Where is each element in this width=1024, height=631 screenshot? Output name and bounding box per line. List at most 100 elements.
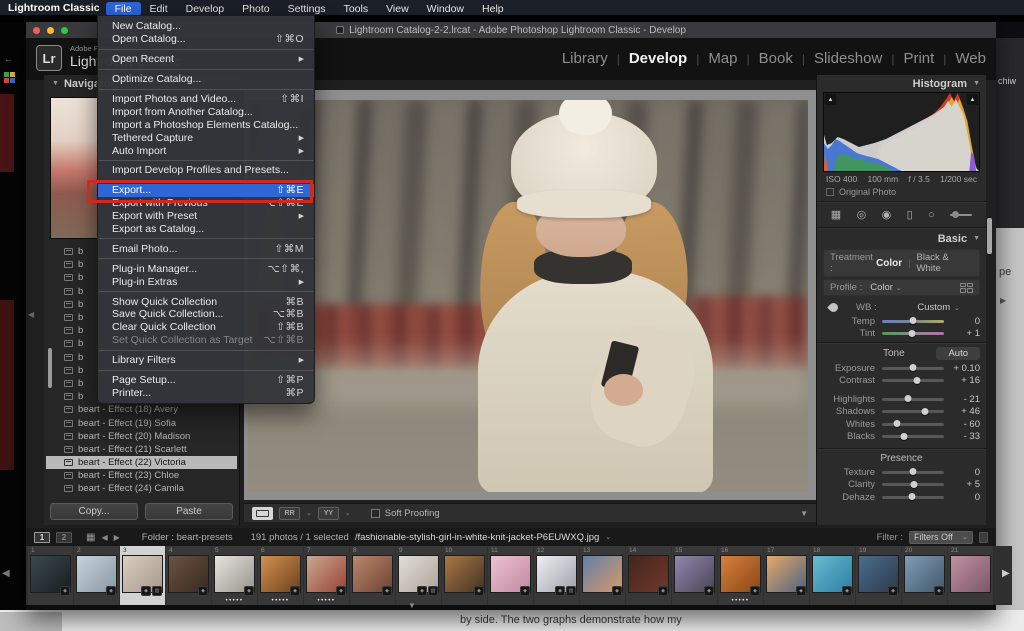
toolbar-options-icon[interactable]: ▼ (800, 509, 808, 518)
grid-view-icon[interactable]: ▦ (86, 532, 95, 543)
adjustment-brush-icon[interactable] (950, 214, 972, 216)
menubar-item-settings[interactable]: Settings (279, 2, 335, 16)
menu-item-export-with-preset[interactable]: Export with Preset▶ (98, 210, 314, 223)
menu-item-library-filters[interactable]: Library Filters▶ (98, 354, 314, 367)
filmstrip-thumbnail[interactable]: 1◆ (28, 546, 73, 605)
folder-breadcrumb[interactable]: Folder : beart-presets (142, 532, 233, 543)
filmstrip-scroll-left-icon[interactable]: ◀ (2, 568, 10, 579)
menu-item-optimize-catalog[interactable]: Optimize Catalog... (98, 73, 314, 86)
paste-button[interactable]: Paste (145, 503, 233, 520)
module-tab-map[interactable]: Map (708, 50, 737, 67)
highlight-clipping-icon[interactable]: ▲ (967, 94, 978, 105)
module-tab-slideshow[interactable]: Slideshow (814, 50, 882, 67)
adjustment-badge-icon[interactable]: ◆ (198, 586, 208, 596)
filmstrip-thumbnail[interactable]: 4◆ (166, 546, 211, 605)
navigator-preview[interactable] (50, 97, 98, 239)
adjustment-badge-icon[interactable]: ◆ (141, 586, 151, 596)
menu-item-email-photo[interactable]: Email Photo...⇧⌘M (98, 242, 314, 255)
menu-item-printer[interactable]: Printer...⌘P (98, 386, 314, 399)
module-tab-print[interactable]: Print (903, 50, 934, 67)
slider-track[interactable] (882, 398, 944, 401)
slider-track[interactable] (882, 379, 944, 382)
slider-thumb[interactable] (922, 408, 929, 415)
adjustment-badge-icon[interactable]: ◆ (704, 586, 714, 596)
adjustment-badge-icon[interactable]: ◆ (244, 586, 254, 596)
filmstrip-thumbnail[interactable]: 2◆ (74, 546, 119, 605)
menu-item-import-develop-profiles-and-presets[interactable]: Import Develop Profiles and Presets... (98, 164, 314, 177)
filmstrip-thumbnail[interactable]: 18◆ (810, 546, 855, 605)
adjustment-badge-icon[interactable]: ◆ (336, 586, 346, 596)
adjustment-badge-icon[interactable]: ◆ (520, 586, 530, 596)
menubar-app-name[interactable]: Lightroom Classic (8, 2, 100, 14)
menu-item-save-quick-collection[interactable]: Save Quick Collection...⌥⌘B (98, 308, 314, 321)
module-tab-book[interactable]: Book (759, 50, 793, 67)
preset-item[interactable]: beart - Effect (21) Scarlett (46, 443, 237, 456)
next-photo-icon[interactable]: ▶ (114, 533, 120, 542)
filmstrip-thumbnail[interactable]: 9◆▨ (396, 546, 441, 605)
filter-lock-button[interactable] (979, 532, 988, 543)
filmstrip-thumbnail[interactable]: 17◆ (764, 546, 809, 605)
slider-track[interactable] (882, 471, 944, 474)
adjustment-badge-icon[interactable]: ◆ (290, 586, 300, 596)
before-after-lr-button[interactable]: RR (279, 507, 300, 520)
adjustment-badge-icon[interactable]: ◆ (474, 586, 484, 596)
filmstrip-thumbnail[interactable]: 7◆••••• (304, 546, 349, 605)
adjustment-badge-icon[interactable]: ◆ (888, 586, 898, 596)
wb-value[interactable]: Custom (917, 302, 950, 313)
preset-item[interactable]: beart - Effect (24) Camila (46, 482, 237, 495)
spot-removal-icon[interactable]: ◎ (857, 208, 867, 221)
menu-item-export-as-catalog[interactable]: Export as Catalog... (98, 223, 314, 236)
preset-item[interactable]: beart - Effect (18) Avery (46, 403, 237, 416)
crop-badge-icon[interactable]: ▨ (152, 586, 162, 596)
preset-item[interactable]: beart - Effect (20) Madison (46, 430, 237, 443)
slider-track[interactable] (882, 332, 944, 335)
filmstrip-thumbnail[interactable]: 6◆••••• (258, 546, 303, 605)
slider-thumb[interactable] (911, 481, 918, 488)
module-tab-web[interactable]: Web (955, 50, 986, 67)
filmstrip-thumbnail[interactable]: 21 (948, 546, 993, 605)
graduated-filter-icon[interactable]: ▯ (907, 208, 913, 221)
menubar-item-tools[interactable]: Tools (335, 2, 378, 16)
filmstrip-collapse-icon[interactable]: ▼ (408, 601, 416, 610)
menu-item-open-recent[interactable]: Open Recent▶ (98, 53, 314, 66)
filmstrip-thumbnail[interactable]: 12◆▨ (534, 546, 579, 605)
filter-dropdown[interactable]: Filters Off ⌄ (909, 531, 973, 544)
second-screen-button[interactable]: 2 (56, 532, 72, 543)
chevron-down-icon[interactable]: ⌄ (954, 304, 960, 312)
left-panel-scrollbar[interactable] (48, 348, 52, 388)
slider-track[interactable] (882, 320, 944, 323)
crop-overlay-icon[interactable]: ▦ (831, 208, 841, 221)
histogram[interactable]: ▲ ▲ (823, 92, 980, 172)
menu-item-auto-import[interactable]: Auto Import▶ (98, 144, 314, 157)
crop-badge-icon[interactable]: ▨ (566, 586, 576, 596)
menubar-item-help[interactable]: Help (473, 2, 513, 16)
preset-item[interactable]: beart - Effect (23) Chloe (46, 469, 237, 482)
slider-track[interactable] (882, 496, 944, 499)
main-photo[interactable] (248, 100, 808, 492)
preset-item[interactable]: beart - Effect (22) Victoria (46, 456, 237, 469)
adjustment-badge-icon[interactable]: ◆ (796, 586, 806, 596)
adjustment-badge-icon[interactable]: ◆ (934, 586, 944, 596)
menu-item-open-catalog[interactable]: Open Catalog...⇧⌘O (98, 33, 314, 46)
loupe-view-button[interactable] (252, 507, 273, 520)
filmstrip-thumbnail[interactable]: 3◆▨ (120, 546, 165, 605)
chevron-down-icon[interactable]: ⌄ (605, 533, 611, 541)
filmstrip-thumbnail[interactable]: 5◆••••• (212, 546, 257, 605)
treatment-color-option[interactable]: Color (876, 258, 902, 269)
auto-button[interactable]: Auto (936, 347, 980, 360)
menu-item-import-a-photoshop-elements-catalog[interactable]: Import a Photoshop Elements Catalog... (98, 118, 314, 131)
main-screen-button[interactable]: 1 (34, 532, 50, 543)
soft-proofing-checkbox[interactable] (371, 509, 380, 518)
menu-item-new-catalog[interactable]: New Catalog... (98, 20, 314, 33)
slider-thumb[interactable] (910, 364, 917, 371)
before-after-tb-button[interactable]: YY (318, 507, 339, 520)
slider-thumb[interactable] (910, 468, 917, 475)
left-panel-collapse-icon[interactable]: ◀ (28, 310, 34, 319)
filmstrip-thumbnail[interactable]: 19◆ (856, 546, 901, 605)
menu-item-plug-in-extras[interactable]: Plug-in Extras▶ (98, 275, 314, 288)
eyedropper-icon[interactable] (827, 301, 840, 314)
preset-item[interactable]: beart - Effect (19) Sofia (46, 416, 237, 429)
adjustment-badge-icon[interactable]: ◆ (842, 586, 852, 596)
slider-thumb[interactable] (900, 433, 907, 440)
profile-browser-icon[interactable] (960, 283, 973, 293)
